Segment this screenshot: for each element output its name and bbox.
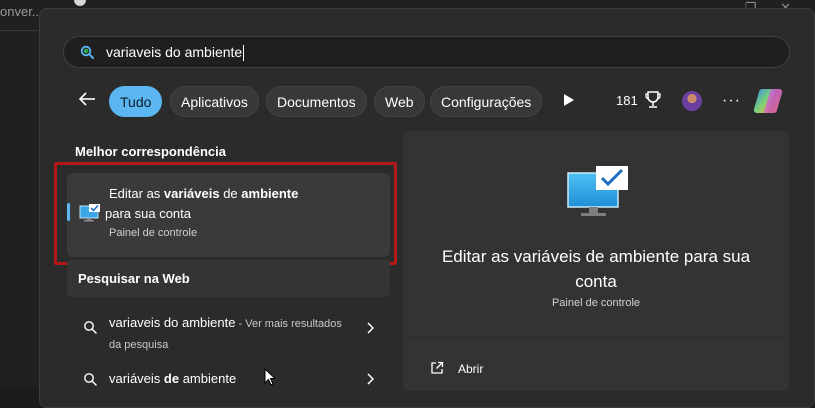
mouse-pointer-icon	[264, 368, 276, 386]
web-search-item[interactable]: variaveis do ambiente - Ver mais resulta…	[109, 313, 349, 355]
background-divider	[0, 30, 38, 31]
open-action[interactable]: Abrir	[458, 362, 483, 376]
best-match-heading: Melhor correspondência	[75, 144, 226, 159]
more-filters-arrow-icon[interactable]	[564, 94, 574, 106]
tab-tudo[interactable]: Tudo	[109, 86, 163, 117]
search-icon	[84, 373, 97, 386]
more-options-icon[interactable]: ···	[722, 92, 741, 110]
chevron-right-icon[interactable]	[366, 373, 374, 385]
detail-title: Editar as variáveis de ambiente para sua…	[441, 247, 751, 291]
rewards-trophy-icon[interactable]	[644, 90, 662, 110]
search-box[interactable]: variaveis do ambiente	[63, 36, 790, 68]
back-arrow-icon[interactable]	[76, 88, 98, 110]
environment-variables-icon	[567, 166, 628, 216]
web-search-item[interactable]: variáveis de ambiente	[109, 371, 236, 386]
open-external-icon[interactable]	[430, 361, 444, 375]
user-avatar[interactable]	[682, 91, 702, 111]
tab-documentos[interactable]: Documentos	[266, 86, 367, 117]
tab-aplicativos[interactable]: Aplicativos	[170, 86, 259, 117]
rewards-points: 181	[616, 93, 638, 108]
chevron-right-icon[interactable]	[366, 322, 374, 334]
detail-subtitle: Painel de controle	[551, 297, 641, 309]
search-icon	[84, 321, 97, 334]
tab-configuracoes[interactable]: Configurações	[430, 86, 543, 117]
copilot-icon[interactable]	[752, 86, 786, 116]
detail-divider	[403, 337, 789, 338]
highlight-box	[54, 162, 397, 265]
web-search-heading: Pesquisar na Web	[78, 271, 190, 286]
background-window-text: onver...	[0, 4, 43, 19]
tab-web[interactable]: Web	[374, 86, 425, 117]
search-icon	[80, 45, 94, 59]
search-input[interactable]: variaveis do ambiente	[106, 37, 245, 67]
